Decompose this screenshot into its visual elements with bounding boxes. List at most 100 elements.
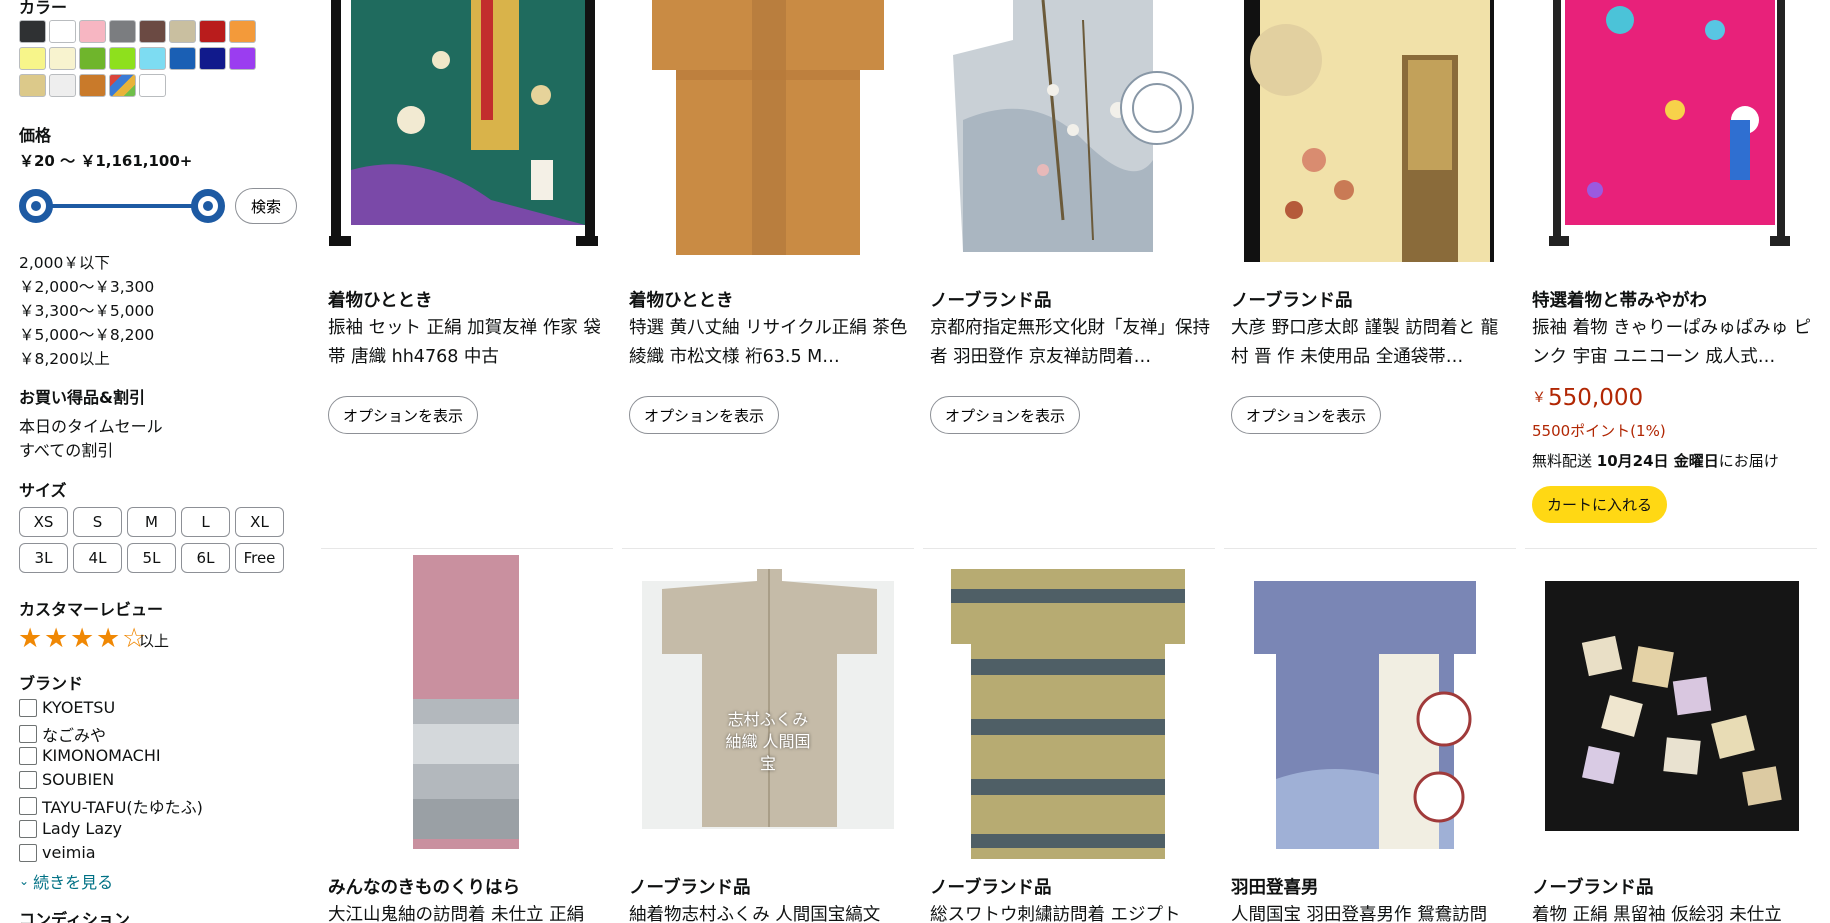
price-option-link[interactable]: ￥3,300〜￥5,000 bbox=[19, 299, 154, 321]
price-option-link[interactable]: ￥8,200以上 bbox=[19, 347, 110, 369]
product-image[interactable] bbox=[1525, 0, 1817, 278]
price-slider-max-handle[interactable] bbox=[191, 189, 225, 223]
brand-checkbox-kyoetsu[interactable]: KYOETSU bbox=[19, 698, 115, 717]
color-swatch[interactable] bbox=[109, 74, 136, 97]
color-swatch[interactable] bbox=[79, 74, 106, 97]
checkbox-icon[interactable] bbox=[19, 698, 37, 717]
color-swatch[interactable] bbox=[199, 20, 226, 43]
color-swatch[interactable] bbox=[139, 74, 166, 97]
color-swatch[interactable] bbox=[79, 20, 106, 43]
brand-checkbox-tayu-tafu[interactable]: TAYU-TAFU(たゆたふ) bbox=[19, 794, 203, 818]
color-swatch[interactable] bbox=[169, 47, 196, 70]
color-swatch[interactable] bbox=[109, 20, 136, 43]
product-title-link[interactable]: 振袖 着物 きゃりーぱみゅぱみゅ ピンク 宇宙 ユニコーン 成人式… bbox=[1532, 314, 1814, 372]
size-option-5l[interactable]: 5L bbox=[127, 543, 176, 573]
color-swatch[interactable] bbox=[49, 74, 76, 97]
product-title-link[interactable]: 人間国宝 羽田登喜男作 鴛鴦訪問 bbox=[1231, 901, 1513, 923]
brand-checkbox-soubien[interactable]: SOUBIEN bbox=[19, 770, 114, 789]
product-image[interactable] bbox=[321, 0, 613, 278]
color-swatch[interactable] bbox=[139, 20, 166, 43]
product-card[interactable]: ノーブランド品 総スワトウ刺繍訪問着 エジプト bbox=[923, 548, 1215, 923]
filter-sidebar: カラー 価格 ￥20 〜 ￥1,161,100+ 検索 2,000￥以下 ￥2,… bbox=[0, 0, 310, 923]
color-swatch[interactable] bbox=[169, 20, 196, 43]
size-option-6l[interactable]: 6L bbox=[181, 543, 230, 573]
product-image[interactable] bbox=[1525, 549, 1817, 863]
brand-checkbox-nagomiya[interactable]: なごみや bbox=[19, 722, 106, 746]
checkbox-icon[interactable] bbox=[19, 746, 37, 765]
color-swatch[interactable] bbox=[19, 47, 46, 70]
product-title-link[interactable]: 総スワトウ刺繍訪問着 エジプト bbox=[930, 901, 1212, 923]
size-option-3l[interactable]: 3L bbox=[19, 543, 68, 573]
size-option-s[interactable]: S bbox=[73, 507, 122, 537]
checkbox-icon[interactable] bbox=[19, 797, 37, 815]
product-image[interactable] bbox=[1224, 549, 1516, 863]
show-options-button[interactable]: オプションを表示 bbox=[328, 396, 479, 434]
price-option-link[interactable]: ￥5,000〜￥8,200 bbox=[19, 323, 154, 345]
size-option-xl[interactable]: XL bbox=[235, 507, 284, 537]
checkbox-icon[interactable] bbox=[19, 819, 37, 838]
product-title-link[interactable]: 京都府指定無形文化財「友禅」保持者 羽田登作 京友禅訪問着… bbox=[930, 314, 1212, 372]
color-swatch[interactable] bbox=[79, 47, 106, 70]
show-options-button[interactable]: オプションを表示 bbox=[629, 396, 780, 434]
price-slider-track[interactable] bbox=[36, 204, 208, 208]
product-title-link[interactable]: 特選 黄八丈紬 リサイクル正絹 茶色 綾織 市松文様 裄63.5 M… bbox=[629, 314, 911, 372]
price-option-link[interactable]: 2,000￥以下 bbox=[19, 251, 110, 273]
checkbox-icon[interactable] bbox=[19, 725, 37, 743]
product-card[interactable]: 着物ひととき 振袖 セット 正絹 加賀友禅 作家 袋帯 唐織 hh4768 中古… bbox=[321, 0, 613, 535]
price-slider-min-handle[interactable] bbox=[19, 189, 53, 223]
size-option-l[interactable]: L bbox=[181, 507, 230, 537]
product-card[interactable]: みんなのきものくりはら 大江山鬼紬の訪問着 未仕立 正絹 bbox=[321, 548, 613, 923]
price-option-link[interactable]: ￥2,000〜￥3,300 bbox=[19, 275, 154, 297]
price-go-button[interactable]: 検索 bbox=[235, 188, 297, 224]
product-title-link[interactable]: 大江山鬼紬の訪問着 未仕立 正絹 bbox=[328, 901, 610, 923]
price-filter-heading: 価格 bbox=[19, 126, 52, 145]
product-brand: みんなのきものくりはら bbox=[328, 878, 520, 898]
size-option-4l[interactable]: 4L bbox=[73, 543, 122, 573]
size-option-free[interactable]: Free bbox=[235, 543, 284, 573]
product-title-link[interactable]: 振袖 セット 正絹 加賀友禅 作家 袋帯 唐織 hh4768 中古 bbox=[328, 314, 610, 372]
product-points: 5500ポイント(1%) bbox=[1532, 422, 1666, 440]
color-swatch[interactable] bbox=[19, 20, 46, 43]
product-image[interactable] bbox=[1224, 0, 1516, 278]
product-title-link[interactable]: 紬着物志村ふくみ 人間国宝縞文 bbox=[629, 901, 911, 923]
color-swatch[interactable] bbox=[229, 20, 256, 43]
color-swatch[interactable] bbox=[199, 47, 226, 70]
color-swatch[interactable] bbox=[49, 47, 76, 70]
product-image[interactable] bbox=[923, 549, 1215, 863]
currency-symbol: ￥ bbox=[1532, 390, 1546, 406]
checkbox-icon[interactable] bbox=[19, 770, 37, 789]
product-image[interactable] bbox=[321, 549, 613, 863]
brand-checkbox-lady-lazy[interactable]: Lady Lazy bbox=[19, 819, 122, 838]
product-title-link[interactable]: 大彦 野口彦太郎 謹製 訪問着と 龍村 晋 作 未使用品 全通袋帯… bbox=[1231, 314, 1513, 372]
review-filter-heading: カスタマーレビュー bbox=[19, 600, 164, 619]
show-options-button[interactable]: オプションを表示 bbox=[1231, 396, 1382, 434]
product-card[interactable]: ノーブランド品 京都府指定無形文化財「友禅」保持者 羽田登作 京友禅訪問着… オ… bbox=[923, 0, 1215, 535]
star-full-icon: ★ bbox=[44, 623, 69, 654]
brand-checkbox-kimonomachi[interactable]: KIMONOMACHI bbox=[19, 746, 161, 765]
product-card[interactable]: ノーブランド品 着物 正絹 黒留袖 仮絵羽 未仕立 bbox=[1525, 548, 1817, 923]
color-swatch[interactable] bbox=[49, 20, 76, 43]
color-swatch[interactable] bbox=[139, 47, 166, 70]
deal-link-timesale[interactable]: 本日のタイムセール bbox=[19, 413, 163, 437]
size-option-m[interactable]: M bbox=[127, 507, 176, 537]
product-image[interactable]: 志村ふくみ 紬織 人間国宝 bbox=[622, 549, 914, 863]
product-image[interactable] bbox=[622, 0, 914, 278]
checkbox-icon[interactable] bbox=[19, 843, 37, 862]
deal-link-all[interactable]: すべての割引 bbox=[19, 437, 113, 461]
brand-see-more-link[interactable]: ⌄ 続きを見る bbox=[19, 869, 113, 893]
product-image[interactable] bbox=[923, 0, 1215, 278]
color-swatch[interactable] bbox=[229, 47, 256, 70]
product-card[interactable]: 志村ふくみ 紬織 人間国宝 ノーブランド品 紬着物志村ふくみ 人間国宝縞文 bbox=[622, 548, 914, 923]
add-to-cart-button[interactable]: カートに入れる bbox=[1532, 486, 1668, 523]
color-swatch[interactable] bbox=[109, 47, 136, 70]
product-title-link[interactable]: 着物 正絹 黒留袖 仮絵羽 未仕立 bbox=[1532, 901, 1814, 923]
product-card[interactable]: 着物ひととき 特選 黄八丈紬 リサイクル正絹 茶色 綾織 市松文様 裄63.5 … bbox=[622, 0, 914, 535]
product-brand: 着物ひととき bbox=[328, 291, 433, 311]
size-option-xs[interactable]: XS bbox=[19, 507, 68, 537]
color-swatch[interactable] bbox=[19, 74, 46, 97]
product-card[interactable]: ノーブランド品 大彦 野口彦太郎 謹製 訪問着と 龍村 晋 作 未使用品 全通袋… bbox=[1224, 0, 1516, 535]
product-card[interactable]: 特選着物と帯みやがわ 振袖 着物 きゃりーぱみゅぱみゅ ピンク 宇宙 ユニコーン… bbox=[1525, 0, 1817, 535]
show-options-button[interactable]: オプションを表示 bbox=[930, 396, 1081, 434]
brand-checkbox-veimia[interactable]: veimia bbox=[19, 843, 96, 862]
product-card[interactable]: 羽田登喜男 人間国宝 羽田登喜男作 鴛鴦訪問 bbox=[1224, 548, 1516, 923]
